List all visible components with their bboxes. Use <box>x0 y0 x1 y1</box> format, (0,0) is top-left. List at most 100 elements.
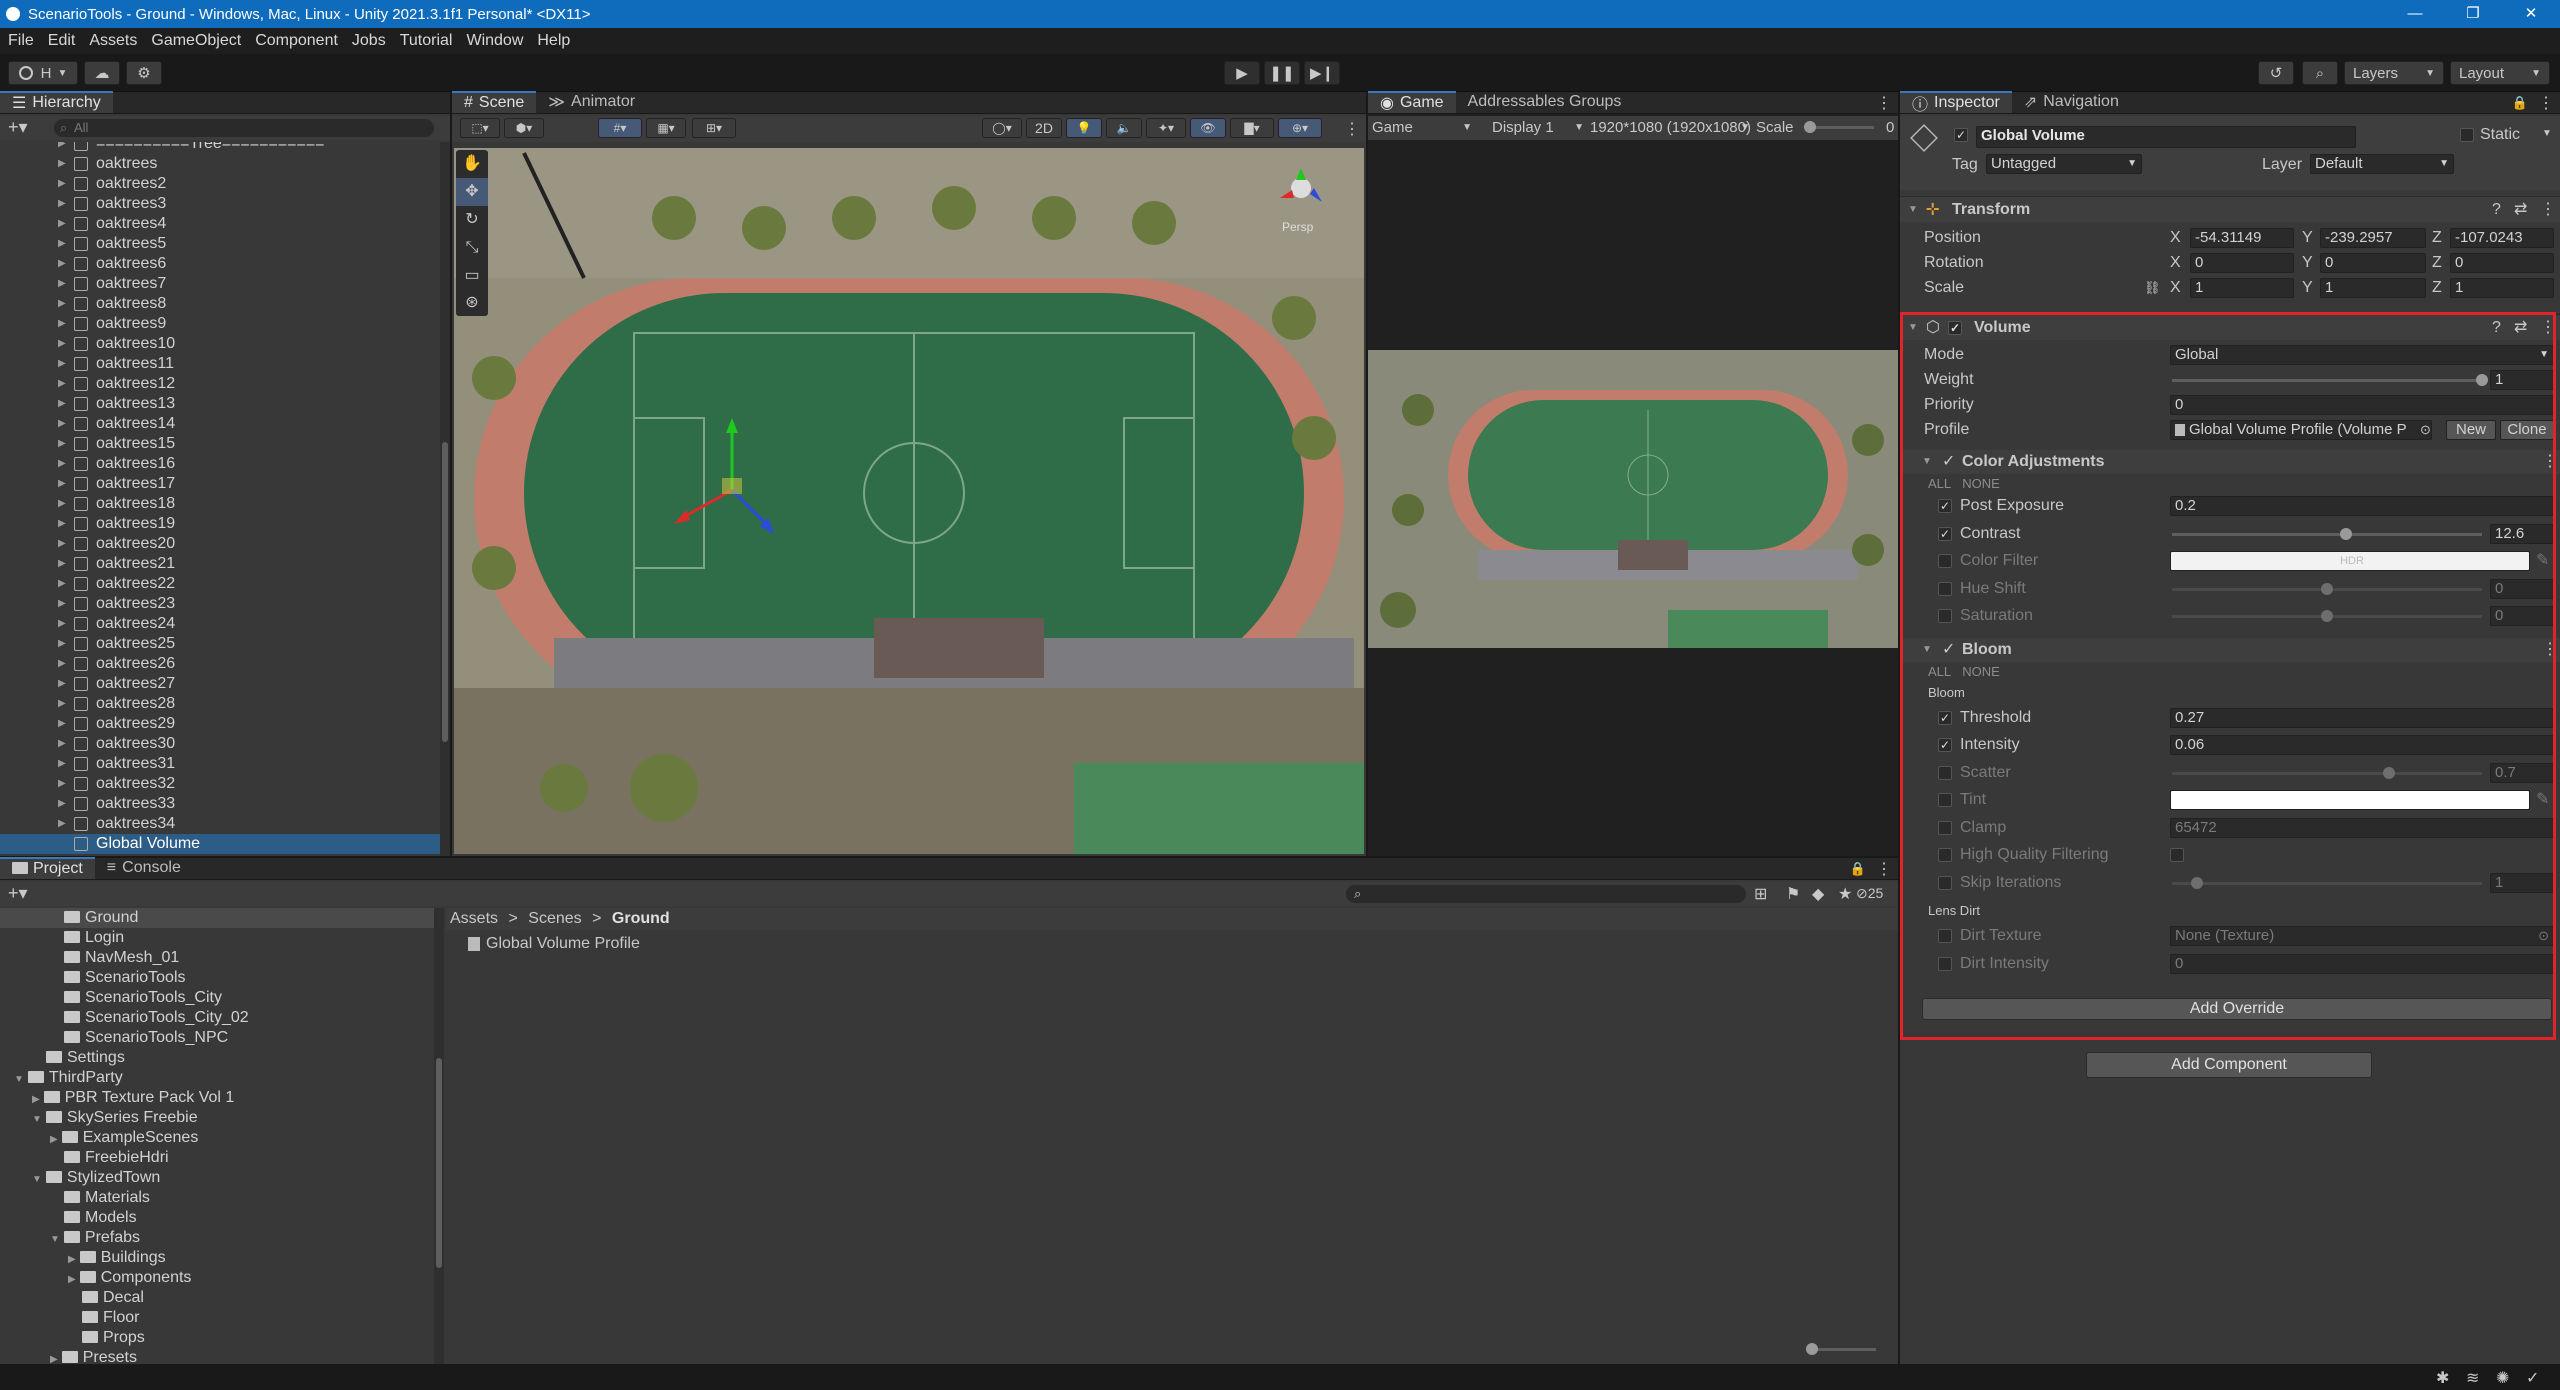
label-icon[interactable]: ◆ <box>1812 884 1824 904</box>
menu-edit[interactable]: Edit <box>48 32 76 50</box>
help-icon[interactable]: ? <box>2492 315 2501 341</box>
skip-iterations-override-checkbox[interactable] <box>1938 876 1952 890</box>
dirt-texture-override-checkbox[interactable] <box>1938 929 1952 943</box>
expand-arrow-icon[interactable]: ▶ <box>58 514 66 534</box>
intensity-override-checkbox[interactable]: ✓ <box>1938 738 1952 752</box>
help-icon[interactable]: ? <box>2492 197 2501 223</box>
tab-navigation[interactable]: ⇗ Navigation <box>2012 91 2131 113</box>
project-folder-item[interactable]: ▼ ThirdParty <box>0 1068 434 1088</box>
hierarchy-item[interactable]: ▶ oaktrees26 <box>0 654 440 674</box>
tint-swatch[interactable] <box>2170 790 2530 810</box>
bloom-all-link[interactable]: ALL <box>1928 664 1951 679</box>
hierarchy-item[interactable]: ▶ oaktrees19 <box>0 514 440 534</box>
hierarchy-item[interactable]: ▶ oaktrees12 <box>0 374 440 394</box>
more-menu-icon[interactable]: ⋮ <box>2542 638 2558 662</box>
layer-dropdown[interactable]: Default ▼ <box>2310 154 2454 174</box>
lighting-button[interactable]: 💡 <box>1066 118 1102 138</box>
project-folder-item[interactable]: ▶ PBR Texture Pack Vol 1 <box>0 1088 434 1108</box>
clamp-field[interactable]: 65472 <box>2170 818 2554 838</box>
orientation-gizmo[interactable]: Persp <box>1266 158 1336 238</box>
tab-animator[interactable]: ≫ Animator <box>536 91 647 113</box>
expand-arrow-icon[interactable]: ▶ <box>58 414 66 434</box>
preset-icon[interactable]: ⇄ <box>2514 315 2527 341</box>
account-button[interactable]: H ▼ <box>8 61 78 85</box>
hierarchy-item[interactable]: ▶ oaktrees18 <box>0 494 440 514</box>
thumbnail-size-slider[interactable] <box>1806 1343 1876 1355</box>
scrollbar-thumb[interactable] <box>442 442 448 742</box>
scene-viewport[interactable]: ✋ ✥ ↻ ⤡ ▭ ⊛ Persp <box>454 148 1364 854</box>
post-exposure-override-checkbox[interactable]: ✓ <box>1938 499 1952 513</box>
expand-arrow-icon[interactable]: ▶ <box>58 574 66 594</box>
favorite-icon[interactable]: ★ <box>1838 884 1852 904</box>
hierarchy-item[interactable]: ▶ oaktrees24 <box>0 614 440 634</box>
breadcrumb-assets[interactable]: Assets <box>450 910 498 927</box>
object-name-field[interactable]: Global Volume <box>1976 126 2356 148</box>
project-tree-scrollbar[interactable] <box>434 908 444 1364</box>
breadcrumb-scenes[interactable]: Scenes <box>528 910 581 927</box>
maximize-button[interactable]: ❐ <box>2444 0 2502 28</box>
dirt-texture-field[interactable]: None (Texture) ⊙ <box>2170 926 2554 946</box>
game-viewport[interactable] <box>1368 350 1898 648</box>
expand-arrow-icon[interactable]: ▶ <box>58 314 66 334</box>
collapse-arrow-icon[interactable]: ▶ <box>50 1354 58 1364</box>
add-override-button[interactable]: Add Override <box>1922 998 2552 1020</box>
hierarchy-item[interactable]: ▶ oaktrees20 <box>0 534 440 554</box>
expand-arrow-icon[interactable]: ▶ <box>58 174 66 194</box>
project-folder-item[interactable]: Ground <box>0 908 434 928</box>
transform-tool-icon[interactable]: ⊛ <box>456 290 488 316</box>
expand-arrow-icon[interactable]: ▶ <box>58 374 66 394</box>
grid-visibility-button[interactable]: ▦▾ <box>646 118 686 138</box>
tab-scene[interactable]: # Scene <box>452 91 537 113</box>
project-folder-item[interactable]: FreebieHdri <box>0 1148 434 1168</box>
expand-arrow-icon[interactable]: ▶ <box>58 594 66 614</box>
contrast-slider-knob[interactable] <box>2339 528 2352 540</box>
hierarchy-item[interactable]: ▶ oaktrees29 <box>0 714 440 734</box>
project-folder-item[interactable]: NavMesh_01 <box>0 948 434 968</box>
hierarchy-item[interactable]: ▶ oaktrees <box>0 154 440 174</box>
asset-list-item[interactable]: Global Volume Profile <box>468 934 640 954</box>
preset-icon[interactable]: ⇄ <box>2514 197 2527 223</box>
history-button[interactable]: ↺ <box>2258 61 2294 85</box>
add-component-button[interactable]: Add Component <box>2086 1052 2372 1078</box>
volume-header[interactable]: ▼ ⬡ ✓ Volume ? ⇄ ⋮ <box>1900 314 2560 340</box>
hierarchy-item[interactable]: ▶ oaktrees34 <box>0 814 440 834</box>
more-menu-icon[interactable]: ⋮ <box>1876 93 1892 113</box>
more-menu-icon[interactable]: ⋮ <box>2540 197 2556 223</box>
project-folder-item[interactable]: ScenarioTools_NPC <box>0 1028 434 1048</box>
game-mode-dropdown[interactable]: Game ▼ <box>1372 116 1476 140</box>
more-menu-icon[interactable]: ⋮ <box>2542 450 2558 474</box>
hierarchy-item[interactable]: ▶ oaktrees30 <box>0 734 440 754</box>
expand-arrow-icon[interactable]: ▶ <box>58 214 66 234</box>
expand-arrow-icon[interactable]: ▶ <box>58 194 66 214</box>
tab-hierarchy[interactable]: ☰ Hierarchy <box>0 91 113 113</box>
play-button[interactable]: ▶ <box>1224 61 1260 85</box>
expand-arrow-icon[interactable]: ▶ <box>58 234 66 254</box>
post-exposure-field[interactable]: 0.2 <box>2170 496 2554 516</box>
object-picker-icon[interactable]: ⊙ <box>2420 418 2431 442</box>
expand-arrow-icon[interactable]: ▶ <box>58 614 66 634</box>
position-y-field[interactable]: -239.2957 <box>2320 228 2426 248</box>
tab-project[interactable]: Project <box>0 857 95 879</box>
project-folder-item[interactable]: ▼ StylizedTown <box>0 1168 434 1188</box>
hierarchy-item[interactable]: ▶ oaktrees9 <box>0 314 440 334</box>
eyedropper-icon[interactable]: ✎ <box>2536 549 2549 573</box>
new-profile-button[interactable]: New <box>2446 420 2496 440</box>
hierarchy-item[interactable]: ▶ oaktrees4 <box>0 214 440 234</box>
shading-button[interactable]: ◯▾ <box>982 118 1022 138</box>
skip-iterations-slider[interactable] <box>2172 877 2482 889</box>
mode-dropdown[interactable]: Global ▼ <box>2170 345 2554 365</box>
lock-icon[interactable]: 🔒 <box>2512 95 2528 111</box>
hue-shift-override-checkbox[interactable] <box>1938 582 1952 596</box>
project-search-input[interactable]: ⌕ <box>1346 885 1746 903</box>
layout-dropdown[interactable]: Layout ▼ <box>2450 61 2550 85</box>
contrast-slider[interactable] <box>2172 528 2482 540</box>
dirt-intensity-override-checkbox[interactable] <box>1938 957 1952 971</box>
weight-field[interactable]: 1 <box>2490 370 2554 390</box>
menu-window[interactable]: Window <box>466 32 523 50</box>
hierarchy-item[interactable]: ▶ oaktrees2 <box>0 174 440 194</box>
more-menu-icon[interactable]: ⋮ <box>1344 119 1360 139</box>
hierarchy-item[interactable]: ▶ oaktrees21 <box>0 554 440 574</box>
color-filter-override-checkbox[interactable] <box>1938 554 1952 568</box>
project-folder-item[interactable]: Props <box>0 1328 434 1348</box>
expand-arrow-icon[interactable]: ▶ <box>58 294 66 314</box>
